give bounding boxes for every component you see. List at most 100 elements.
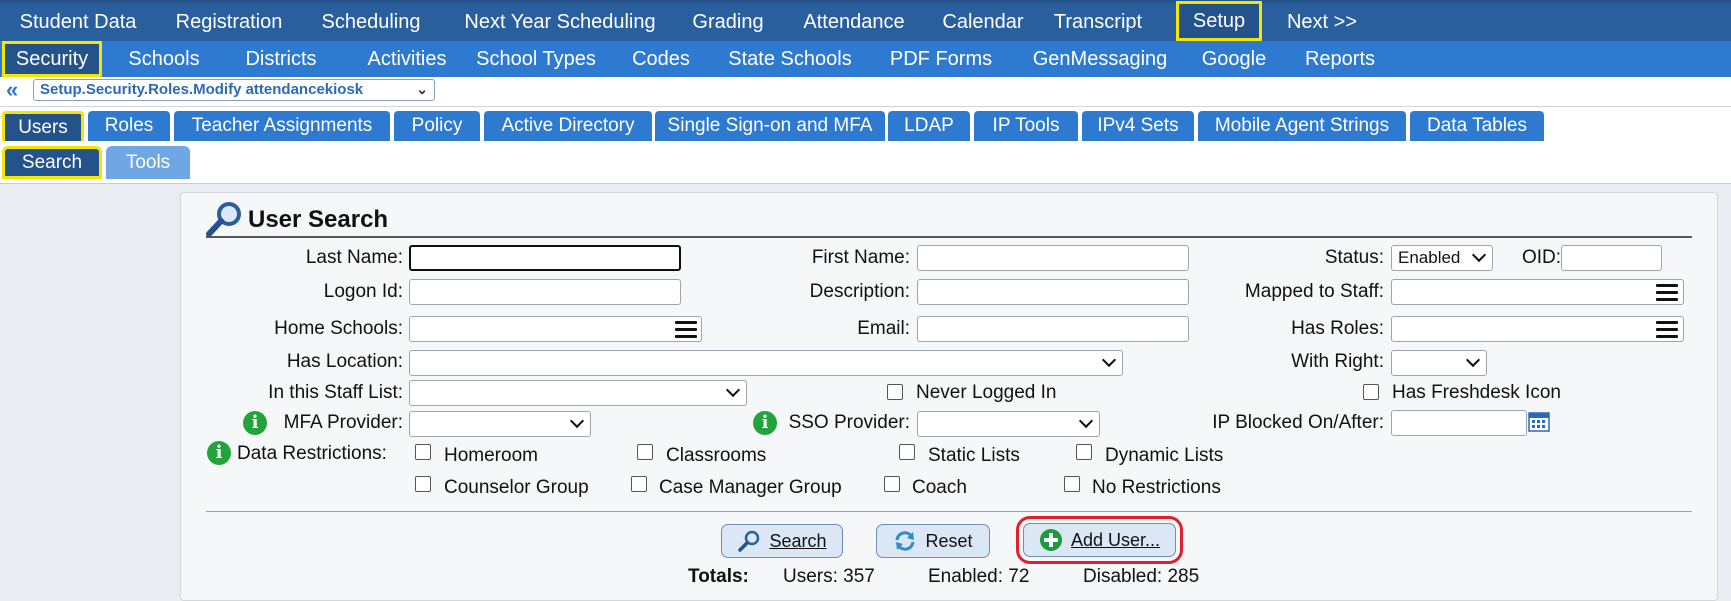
annotation-highlight-ring	[1016, 516, 1183, 564]
tab-row: Users Roles Teacher Assignments Policy A…	[0, 107, 1731, 141]
home-schools-label: Home Schools:	[274, 318, 403, 339]
subnav-state-schools[interactable]: State Schools	[710, 41, 870, 77]
breadcrumb-value: Setup.Security.Roles.Modify attendanceki…	[40, 81, 364, 98]
has-roles-input[interactable]	[1391, 316, 1684, 342]
classrooms-label: Classrooms	[666, 445, 767, 466]
info-icon[interactable]: i	[243, 411, 267, 435]
panel-title: User Search	[248, 206, 389, 233]
panel-divider	[206, 511, 1692, 512]
with-right-label: With Right:	[1291, 351, 1384, 372]
static-lists-checkbox[interactable]	[899, 444, 915, 460]
tab-policy[interactable]: Policy	[394, 111, 480, 141]
tab-data-tables[interactable]: Data Tables	[1410, 111, 1544, 141]
home-schools-input[interactable]	[409, 316, 702, 342]
no-restrictions-label: No Restrictions	[1092, 477, 1221, 498]
chevron-down-icon	[1101, 352, 1117, 368]
sso-provider-select[interactable]	[917, 411, 1100, 437]
no-restrictions-checkbox[interactable]	[1064, 476, 1080, 492]
classrooms-checkbox[interactable]	[637, 444, 653, 460]
tab-mobile-agent-strings[interactable]: Mobile Agent Strings	[1198, 111, 1406, 141]
first-name-input[interactable]	[917, 245, 1189, 271]
description-input[interactable]	[917, 279, 1189, 305]
logon-id-input[interactable]	[409, 279, 681, 305]
calendar-icon[interactable]	[1528, 410, 1550, 432]
has-freshdesk-checkbox[interactable]	[1363, 384, 1379, 400]
case-manager-group-checkbox[interactable]	[631, 476, 647, 492]
staff-list-select[interactable]	[409, 380, 747, 406]
status-select[interactable]: Enabled	[1391, 245, 1493, 271]
subnav-schools[interactable]: Schools	[114, 41, 214, 77]
nav-student-data[interactable]: Student Data	[4, 3, 152, 41]
subnav-activities[interactable]: Activities	[346, 41, 468, 77]
dynamic-lists-checkbox[interactable]	[1076, 444, 1092, 460]
never-logged-in-checkbox[interactable]	[887, 384, 903, 400]
tab-active-directory[interactable]: Active Directory	[484, 111, 652, 141]
mapped-to-staff-input[interactable]	[1391, 279, 1684, 305]
case-manager-group-label: Case Manager Group	[659, 477, 842, 498]
chevron-down-icon	[1465, 352, 1481, 368]
subtab-search[interactable]: Search	[2, 146, 102, 179]
last-name-input[interactable]	[409, 245, 681, 271]
nav-attendance[interactable]: Attendance	[778, 3, 930, 41]
breadcrumb-select[interactable]: Setup.Security.Roles.Modify attendanceki…	[33, 79, 435, 101]
subnav-security[interactable]: Security	[2, 41, 102, 77]
with-right-select[interactable]	[1391, 350, 1487, 376]
double-chevron-left-icon[interactable]: «	[6, 77, 18, 103]
subnav-reports[interactable]: Reports	[1294, 41, 1386, 77]
chevron-down-icon	[1078, 413, 1094, 429]
subnav-codes[interactable]: Codes	[622, 41, 700, 77]
top-nav: Student Data Registration Scheduling Nex…	[0, 0, 1731, 41]
tab-ip-tools[interactable]: IP Tools	[974, 111, 1078, 141]
subnav-google[interactable]: Google	[1192, 41, 1276, 77]
nav-scheduling[interactable]: Scheduling	[306, 3, 436, 41]
menu-icon[interactable]	[675, 321, 697, 339]
menu-icon[interactable]	[1656, 284, 1678, 302]
email-input[interactable]	[917, 316, 1189, 342]
tab-single-sign-on[interactable]: Single Sign-on and MFA	[655, 111, 885, 141]
mfa-provider-select[interactable]	[409, 411, 591, 437]
nav-registration[interactable]: Registration	[156, 3, 302, 41]
users-total: Users: 357	[783, 566, 875, 587]
ip-blocked-input[interactable]	[1391, 410, 1527, 436]
nav-transcript[interactable]: Transcript	[1038, 3, 1158, 41]
reset-button[interactable]: Reset	[876, 524, 990, 558]
coach-checkbox[interactable]	[884, 476, 900, 492]
tab-ipv4-sets[interactable]: IPv4 Sets	[1082, 111, 1194, 141]
secondary-nav: Security Schools Districts Activities Sc…	[0, 41, 1731, 77]
nav-grading[interactable]: Grading	[684, 3, 772, 41]
tab-users[interactable]: Users	[2, 111, 84, 141]
info-icon[interactable]: i	[753, 411, 777, 435]
tab-roles[interactable]: Roles	[88, 111, 170, 141]
data-restrictions-label: Data Restrictions:	[237, 443, 387, 464]
oid-input[interactable]	[1561, 245, 1662, 271]
subnav-districts[interactable]: Districts	[226, 41, 336, 77]
description-label: Description:	[809, 281, 910, 302]
has-freshdesk-label: Has Freshdesk Icon	[1392, 382, 1561, 403]
nav-next[interactable]: Next >>	[1274, 3, 1370, 41]
tab-ldap[interactable]: LDAP	[888, 111, 970, 141]
disabled-total: Disabled: 285	[1083, 566, 1200, 587]
subnav-genmessaging[interactable]: GenMessaging	[1020, 41, 1180, 77]
nav-next-year-scheduling[interactable]: Next Year Scheduling	[440, 3, 680, 41]
counselor-group-label: Counselor Group	[444, 477, 589, 498]
menu-icon[interactable]	[1656, 321, 1678, 339]
nav-calendar[interactable]: Calendar	[934, 3, 1032, 41]
totals-label: Totals:	[688, 566, 749, 587]
logon-id-label: Logon Id:	[323, 281, 403, 302]
search-icon	[738, 530, 760, 552]
info-icon[interactable]: i	[207, 441, 231, 465]
nav-setup[interactable]: Setup	[1176, 1, 1262, 41]
ip-blocked-label: IP Blocked On/After:	[1212, 412, 1384, 433]
subtab-row: Search Tools	[0, 141, 1731, 184]
chevron-down-icon	[725, 382, 741, 398]
subnav-school-types[interactable]: School Types	[466, 41, 606, 77]
has-location-select[interactable]	[409, 350, 1123, 376]
search-button[interactable]: Search	[721, 524, 843, 558]
subtab-tools[interactable]: Tools	[106, 146, 190, 179]
counselor-group-checkbox[interactable]	[415, 476, 431, 492]
title-divider	[206, 236, 1692, 238]
subnav-pdf-forms[interactable]: PDF Forms	[880, 41, 1002, 77]
homeroom-checkbox[interactable]	[415, 444, 431, 460]
email-label: Email:	[857, 318, 910, 339]
tab-teacher-assignments[interactable]: Teacher Assignments	[174, 111, 390, 141]
